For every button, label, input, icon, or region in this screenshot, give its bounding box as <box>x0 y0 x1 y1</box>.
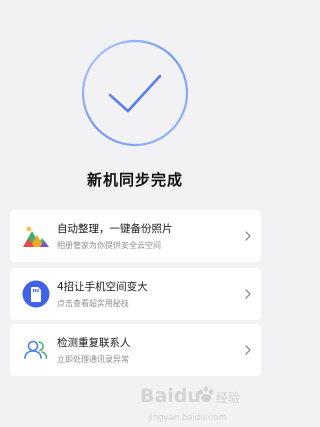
card-subtitle: 相册管家为你提供安全云空间 <box>57 241 161 250</box>
photo-landscape-icon <box>23 226 49 247</box>
watermark-brand: Baidu <box>140 385 201 407</box>
chevron-right-icon <box>245 231 251 241</box>
watermark-sub: jingyan.baidu.com <box>147 413 226 423</box>
contacts-icon <box>24 340 48 359</box>
sync-status-section: 新机同步完成 <box>0 0 270 200</box>
sync-complete-title: 新机同步完成 <box>86 171 183 189</box>
storage-tips-card[interactable]: 4招让手机空间变大 点击查看超实用秘技 <box>10 268 261 320</box>
card-subtitle: 点击查看超实用秘技 <box>57 299 129 308</box>
baidu-watermark: Baidu 经验 jingyan.baidu.com <box>140 385 240 423</box>
card-title: 自动整理，一键备份照片 <box>57 223 173 235</box>
card-title: 检测重复联系人 <box>57 337 131 349</box>
card-subtitle: 立即处理通讯录异常 <box>57 355 129 364</box>
duplicate-contacts-card[interactable]: 检测重复联系人 立即处理通讯录异常 <box>10 324 261 376</box>
paw-logo-icon <box>199 386 213 402</box>
svg-text:经验: 经验 <box>216 390 240 405</box>
chevron-right-icon <box>245 289 251 299</box>
check-circle-icon <box>81 39 189 147</box>
card-title: 4招让手机空间变大 <box>57 281 148 293</box>
chevron-right-icon <box>245 345 251 355</box>
backup-photos-card[interactable]: 自动整理，一键备份照片 相册管家为你提供安全云空间 <box>10 210 261 262</box>
storage-card-icon <box>22 280 50 308</box>
sync-complete-screen: 新机同步完成 自动整理，一键备份照片 相册管家为你提供安全云空间 4招让手机空间… <box>0 0 270 427</box>
